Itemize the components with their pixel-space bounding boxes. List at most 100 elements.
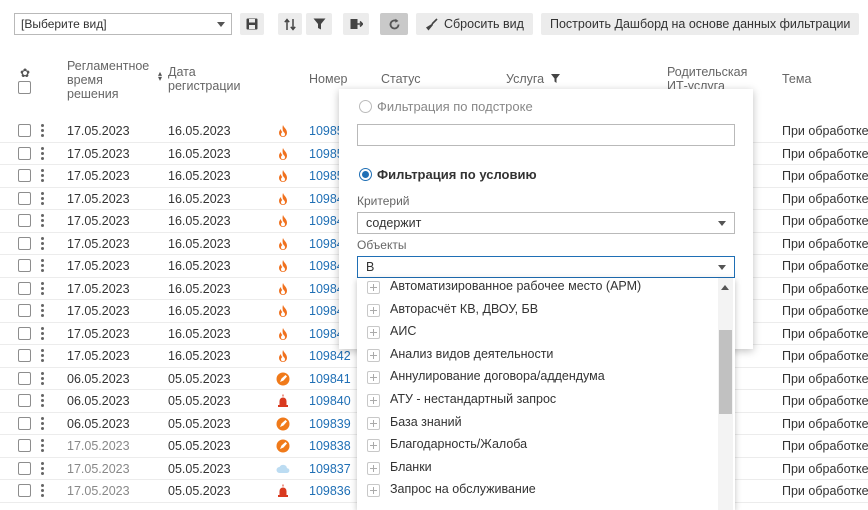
topic-cell: При обработке	[782, 146, 868, 161]
expand-plus-icon[interactable]	[367, 326, 380, 340]
number-link[interactable]: 109840	[309, 394, 351, 408]
row-menu-icon[interactable]	[41, 124, 44, 137]
reg-date-cell: 16.05.2023	[168, 281, 231, 296]
dropdown-option[interactable]: База знаний	[357, 412, 717, 435]
select-all-checkbox[interactable]	[18, 81, 31, 94]
reg-date-cell: 16.05.2023	[168, 191, 231, 206]
number-link[interactable]: 109842	[309, 349, 351, 363]
row-checkbox[interactable]	[18, 461, 31, 475]
row-menu-icon[interactable]	[41, 439, 44, 452]
expand-plus-icon[interactable]	[367, 484, 380, 498]
row-menu-icon[interactable]	[41, 169, 44, 182]
deadline-cell: 17.05.2023	[67, 236, 130, 251]
export-button[interactable]	[343, 13, 369, 35]
row-checkbox[interactable]	[18, 416, 31, 430]
expand-plus-icon[interactable]	[367, 439, 380, 453]
dropdown-option[interactable]: Запрос на обслуживание	[357, 479, 717, 502]
row-menu-icon[interactable]	[41, 416, 44, 430]
row-menu-icon[interactable]	[41, 484, 44, 497]
row-checkbox[interactable]	[18, 326, 31, 340]
row-checkbox[interactable]	[18, 169, 31, 182]
scrollbar-thumb[interactable]	[719, 330, 732, 414]
row-checkbox[interactable]	[18, 191, 31, 205]
row-checkbox[interactable]	[18, 146, 31, 160]
substring-input[interactable]	[357, 124, 735, 146]
row-menu-icon[interactable]	[41, 394, 44, 407]
column-header-service[interactable]: Услуга	[506, 72, 560, 86]
save-view-button[interactable]	[240, 13, 264, 35]
objects-input[interactable]: В	[357, 256, 735, 278]
reg-date-cell: 05.05.2023	[168, 439, 231, 453]
expand-plus-icon[interactable]	[367, 394, 380, 407]
build-dashboard-button[interactable]: Построить Дашборд на основе данных фильт…	[541, 13, 860, 35]
row-menu-icon[interactable]	[41, 281, 44, 295]
row-menu-icon[interactable]	[41, 326, 44, 340]
filter-button[interactable]	[306, 13, 332, 35]
condition-radio[interactable]	[359, 168, 372, 181]
column-header-reg-date[interactable]: ▴ ▾ Дата регистрации	[158, 65, 240, 93]
column-header-status[interactable]: Статус	[381, 72, 421, 86]
row-menu-icon[interactable]	[41, 304, 44, 317]
column-header-deadline[interactable]: Регламентное время решения	[67, 59, 149, 101]
number-link[interactable]: 109836	[309, 484, 351, 498]
dropdown-option[interactable]: Автоматизированное рабочее место (АРМ)	[357, 278, 717, 299]
row-menu-icon[interactable]	[41, 146, 44, 160]
row-checkbox[interactable]	[18, 281, 31, 295]
row-checkbox[interactable]	[18, 236, 31, 250]
dropdown-option[interactable]: Бланки	[357, 457, 717, 480]
criterion-value: содержит	[366, 216, 422, 230]
number-link[interactable]: 109839	[309, 417, 351, 431]
criterion-select[interactable]: содержит	[357, 212, 735, 234]
row-menu-icon[interactable]	[41, 371, 44, 385]
dropdown-option[interactable]: Благодарность/Жалоба	[357, 434, 717, 457]
column-header-number[interactable]: Номер	[309, 72, 347, 86]
row-checkbox[interactable]	[18, 349, 31, 362]
view-select[interactable]: [Выберите вид]	[14, 13, 232, 35]
expand-plus-icon[interactable]	[367, 281, 380, 294]
scroll-up-icon[interactable]	[721, 285, 729, 290]
row-checkbox[interactable]	[18, 439, 31, 452]
sort-button[interactable]	[278, 13, 302, 35]
deadline-cell: 17.05.2023	[67, 304, 130, 318]
row-checkbox[interactable]	[18, 214, 31, 227]
expand-plus-icon[interactable]	[367, 416, 380, 430]
dropdown-option[interactable]: АТУ - нестандартный запрос	[357, 389, 717, 412]
deadline-cell: 17.05.2023	[67, 191, 130, 206]
row-menu-icon[interactable]	[41, 349, 44, 362]
column-header-topic[interactable]: Тема	[782, 72, 811, 86]
fire-icon	[276, 214, 290, 228]
dropdown-option[interactable]: Анализ видов деятельности	[357, 344, 717, 367]
row-checkbox[interactable]	[18, 259, 31, 272]
deadline-cell: 17.05.2023	[67, 124, 130, 138]
topic-cell: При обработке	[782, 214, 868, 228]
row-menu-icon[interactable]	[41, 214, 44, 227]
number-link[interactable]: 109838	[309, 439, 351, 453]
row-menu-icon[interactable]	[41, 461, 44, 475]
expand-plus-icon[interactable]	[367, 461, 380, 475]
option-label: Бланки	[390, 459, 432, 474]
number-link[interactable]: 109837	[309, 462, 351, 476]
row-menu-icon[interactable]	[41, 236, 44, 250]
row-checkbox[interactable]	[18, 304, 31, 317]
row-checkbox[interactable]	[18, 484, 31, 497]
row-checkbox[interactable]	[18, 371, 31, 385]
row-checkbox[interactable]	[18, 124, 31, 137]
expand-plus-icon[interactable]	[367, 348, 380, 362]
expand-plus-icon[interactable]	[367, 303, 380, 317]
expand-plus-icon[interactable]	[367, 371, 380, 385]
gear-icon[interactable]: ✿	[20, 66, 30, 80]
dropdown-option[interactable]: Авторасчёт КВ, ДВОУ, БВ	[357, 299, 717, 322]
dropdown-option[interactable]: АИС	[357, 321, 717, 344]
number-link[interactable]: 109841	[309, 372, 351, 386]
row-menu-icon[interactable]	[41, 191, 44, 205]
refresh-button[interactable]	[380, 13, 408, 35]
funnel-icon[interactable]	[550, 74, 560, 83]
substring-radio[interactable]	[359, 100, 372, 113]
topic-cell: При обработке	[782, 124, 868, 138]
dropdown-option[interactable]: Аннулирование договора/аддендума	[357, 366, 717, 389]
reg-date-cell: 05.05.2023	[168, 394, 231, 408]
sort-arrows-icon	[284, 17, 296, 31]
row-checkbox[interactable]	[18, 394, 31, 407]
row-menu-icon[interactable]	[41, 259, 44, 272]
reset-view-button[interactable]: Сбросить вид	[416, 13, 533, 35]
